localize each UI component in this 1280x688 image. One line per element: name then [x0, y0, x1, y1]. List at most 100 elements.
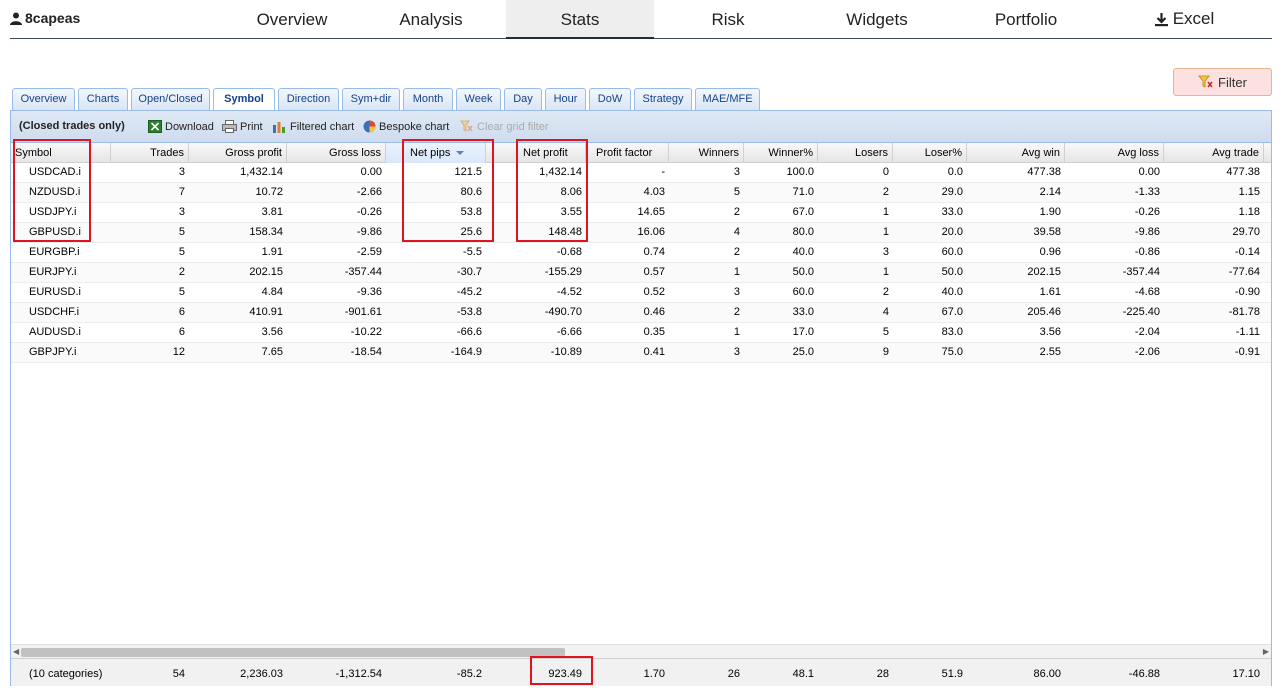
cell-net-profit: 3.55	[560, 206, 582, 218]
tab-symbol[interactable]: Symbol	[213, 88, 275, 111]
cell-gross-loss: -2.66	[356, 186, 382, 198]
clear-grid-filter-button[interactable]: Clear grid filter	[460, 120, 549, 133]
col-header-avg-trade[interactable]: Avg trade	[1164, 143, 1264, 163]
nav-stats[interactable]: Stats	[506, 0, 654, 39]
col-header-winners[interactable]: Winners	[669, 143, 744, 163]
cell-avg-win: 39.58	[1033, 226, 1061, 238]
cell-gross-profit: 3.81	[261, 206, 283, 218]
nav-portfolio[interactable]: Portfolio	[952, 0, 1100, 38]
cell-losers: 4	[882, 306, 889, 318]
bespoke-chart-button[interactable]: Bespoke chart	[363, 120, 449, 133]
cell-losers: 3	[882, 246, 889, 258]
total-avg-trade: 17.10	[1232, 668, 1260, 680]
total-winners: 26	[727, 668, 740, 680]
filter-icon	[1198, 75, 1213, 88]
cell-losers: 2	[882, 286, 889, 298]
cell-gross-loss: -9.86	[356, 226, 382, 238]
cell-profit-factor: 0.52	[643, 286, 665, 298]
cell-trades: 5	[178, 226, 185, 238]
cell-winner-pct: 40.0	[792, 246, 814, 258]
nav-overview[interactable]: Overview	[218, 0, 366, 38]
cell-losers: 5	[882, 326, 889, 338]
tab-mae-mfe[interactable]: MAE/MFE	[695, 88, 760, 110]
col-header-net-profit[interactable]: Net profit	[486, 143, 586, 163]
table-row[interactable]: AUDUSD.i 6 3.56 -10.22 -66.6 -6.66 0.35 …	[11, 323, 1271, 343]
scroll-right-arrow-icon[interactable]: ▶	[1263, 647, 1269, 656]
print-button[interactable]: Print	[222, 120, 263, 133]
cell-avg-loss: -0.86	[1134, 246, 1160, 258]
cell-net-pips: -164.9	[450, 346, 482, 358]
horizontal-scrollbar[interactable]: ◀ ▶	[11, 644, 1271, 658]
tab-overview[interactable]: Overview	[12, 88, 75, 110]
download-button[interactable]: Download	[148, 120, 214, 133]
col-header-losers[interactable]: Losers	[818, 143, 893, 163]
user-account[interactable]: 8capeas	[10, 10, 80, 26]
tab-sym-dir[interactable]: Sym+dir	[342, 88, 400, 110]
table-row[interactable]: EURGBP.i 5 1.91 -2.59 -5.5 -0.68 0.74 2 …	[11, 243, 1271, 263]
tab-day[interactable]: Day	[504, 88, 542, 110]
cell-losers: 1	[882, 226, 889, 238]
cell-winners: 3	[733, 286, 740, 298]
table-row[interactable]: GBPUSD.i 5 158.34 -9.86 25.6 148.48 16.0…	[11, 223, 1271, 243]
col-header-winner-pct[interactable]: Winner%	[744, 143, 818, 163]
cell-winner-pct: 17.0	[792, 326, 814, 338]
tab-hour[interactable]: Hour	[545, 88, 586, 110]
cell-avg-win: 205.46	[1027, 306, 1061, 318]
filtered-chart-label: Filtered chart	[290, 120, 355, 133]
col-header-avg-loss[interactable]: Avg loss	[1065, 143, 1164, 163]
col-header-gross-loss[interactable]: Gross loss	[287, 143, 386, 163]
nav-excel[interactable]: Excel	[1110, 0, 1258, 38]
nav-widgets[interactable]: Widgets	[803, 0, 951, 38]
tab-dow[interactable]: DoW	[589, 88, 631, 110]
scrollbar-thumb[interactable]	[21, 648, 565, 657]
nav-analysis[interactable]: Analysis	[357, 0, 505, 38]
cell-net-profit: 1,432.14	[539, 166, 582, 178]
tab-charts[interactable]: Charts	[78, 88, 128, 110]
filter-button[interactable]: Filter	[1173, 68, 1272, 96]
cell-loser-pct: 40.0	[941, 286, 963, 298]
tab-week[interactable]: Week	[456, 88, 501, 110]
col-header-net-pips[interactable]: Net pips	[386, 143, 486, 163]
table-row[interactable]: NZDUSD.i 7 10.72 -2.66 80.6 8.06 4.03 5 …	[11, 183, 1271, 203]
filtered-chart-button[interactable]: Filtered chart	[272, 120, 354, 133]
col-header-avg-win[interactable]: Avg win	[967, 143, 1065, 163]
col-header-gross-profit[interactable]: Gross profit	[189, 143, 287, 163]
cell-avg-win: 202.15	[1027, 266, 1061, 278]
cell-gross-profit: 202.15	[249, 266, 283, 278]
col-header-loser-pct[interactable]: Loser%	[893, 143, 967, 163]
cell-avg-trade: 29.70	[1232, 226, 1260, 238]
cell-net-pips: 25.6	[460, 226, 482, 238]
cell-avg-win: 0.96	[1039, 246, 1061, 258]
cell-winner-pct: 80.0	[792, 226, 814, 238]
sort-desc-icon	[456, 151, 465, 156]
user-name: 8capeas	[25, 10, 81, 26]
tab-strategy[interactable]: Strategy	[634, 88, 692, 110]
col-header-profit-factor[interactable]: Profit factor	[586, 143, 669, 163]
excel-icon	[148, 120, 162, 133]
cell-winner-pct: 50.0	[792, 266, 814, 278]
cell-avg-trade: 1.18	[1238, 206, 1260, 218]
table-row[interactable]: GBPJPY.i 12 7.65 -18.54 -164.9 -10.89 0.…	[11, 343, 1271, 363]
tab-open-closed[interactable]: Open/Closed	[131, 88, 210, 110]
tab-month[interactable]: Month	[403, 88, 453, 110]
col-header-trades[interactable]: Trades	[111, 143, 189, 163]
table-row[interactable]: USDCAD.i 3 1,432.14 0.00 121.5 1,432.14 …	[11, 163, 1271, 183]
clear-filter-label: Clear grid filter	[477, 120, 549, 133]
bar-chart-icon	[273, 122, 285, 133]
cell-net-pips: 121.5	[454, 166, 482, 178]
nav-risk[interactable]: Risk	[654, 0, 802, 38]
table-row[interactable]: EURJPY.i 2 202.15 -357.44 -30.7 -155.29 …	[11, 263, 1271, 283]
table-row[interactable]: USDCHF.i 6 410.91 -901.61 -53.8 -490.70 …	[11, 303, 1271, 323]
scroll-left-arrow-icon[interactable]: ◀	[13, 647, 19, 656]
cell-symbol: USDCHF.i	[29, 306, 80, 318]
cell-loser-pct: 29.0	[941, 186, 963, 198]
nav-excel-label: Excel	[1172, 9, 1215, 28]
tab-direction[interactable]: Direction	[278, 88, 339, 110]
cell-gross-profit: 158.34	[249, 226, 283, 238]
table-row[interactable]: EURUSD.i 5 4.84 -9.36 -45.2 -4.52 0.52 3…	[11, 283, 1271, 303]
cell-avg-win: 2.14	[1039, 186, 1061, 198]
cell-trades: 2	[178, 266, 185, 278]
table-row[interactable]: USDJPY.i 3 3.81 -0.26 53.8 3.55 14.65 2 …	[11, 203, 1271, 223]
col-header-symbol[interactable]: Symbol	[11, 143, 111, 163]
cell-winners: 5	[733, 186, 740, 198]
